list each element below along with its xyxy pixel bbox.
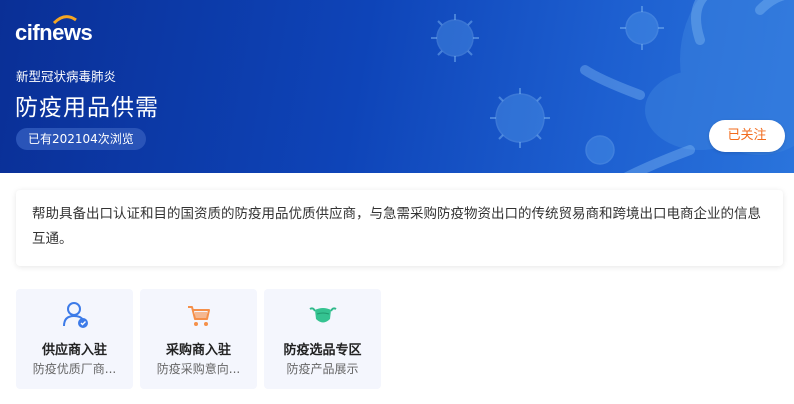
supplier-icon (63, 302, 88, 328)
cart-icon (188, 306, 210, 326)
follow-button[interactable]: 已关注 (709, 120, 785, 152)
tile-subtitle: 防疫采购意向... (156, 362, 241, 376)
tile-title: 防疫选品专区 (283, 343, 362, 358)
tile-title: 采购商入驻 (165, 343, 231, 358)
header-banner: cifnews 新型冠状病毒肺炎 防疫用品供需 已有202104次浏览 已关注 (0, 0, 794, 173)
tile-title: 供应商入驻 (41, 343, 107, 358)
description-card: 帮助具备出口认证和目的国资质的防疫用品优质供应商，与急需采购防疫物资出口的传统贸… (16, 190, 783, 266)
description-text: 帮助具备出口认证和目的国资质的防疫用品优质供应商，与急需采购防疫物资出口的传统贸… (32, 206, 761, 247)
category-label: 新型冠状病毒肺炎 (16, 69, 117, 84)
page-title: 防疫用品供需 (15, 95, 159, 121)
logo-arc-icon (52, 15, 77, 24)
tile-epidemic-products[interactable]: 防疫选品专区 防疫产品展示 (264, 289, 381, 389)
view-count-badge: 已有202104次浏览 (16, 128, 146, 150)
tile-subtitle: 防疫产品展示 (286, 362, 359, 376)
tile-subtitle: 防疫优质厂商... (32, 362, 117, 376)
tile-buyer-entry[interactable]: 采购商入驻 防疫采购意向... (140, 289, 257, 389)
mask-icon (309, 307, 337, 323)
tile-supplier-entry[interactable]: 供应商入驻 防疫优质厂商... (16, 289, 133, 389)
